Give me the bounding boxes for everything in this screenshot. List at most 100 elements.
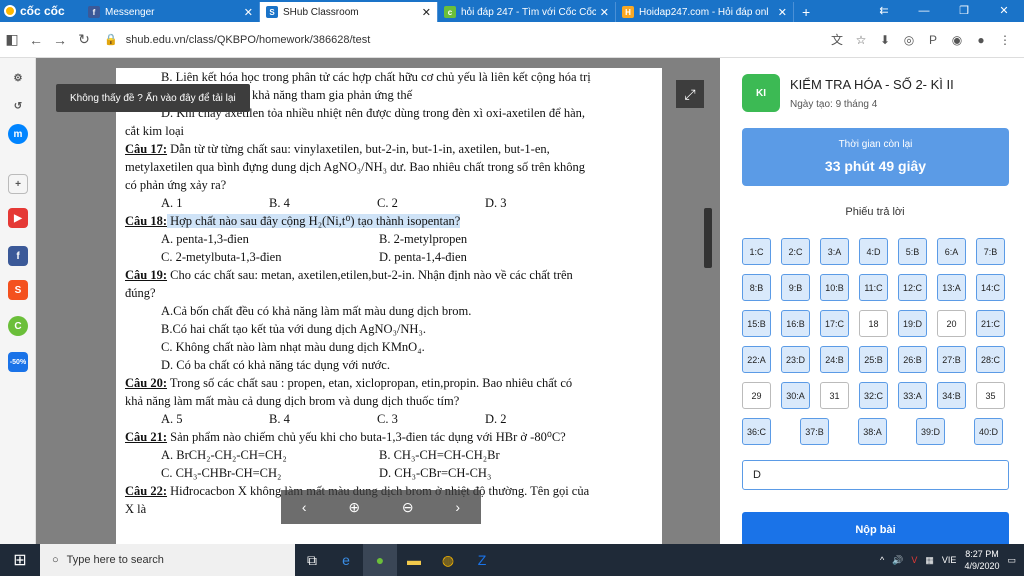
antivirus-icon[interactable]: V bbox=[911, 555, 917, 565]
answer-cell[interactable]: 12:C bbox=[898, 274, 927, 301]
restore-button[interactable]: ❐ bbox=[944, 0, 984, 22]
tiki-icon[interactable]: -50% bbox=[8, 352, 28, 372]
coccoc-logo[interactable]: cốc cốc bbox=[0, 0, 82, 22]
volume-icon[interactable]: 🔊 bbox=[892, 555, 903, 566]
task-view-icon[interactable]: ⧉ bbox=[295, 544, 329, 576]
tab-0[interactable]: f Messenger ✕ bbox=[82, 2, 260, 22]
prev-page-icon[interactable]: ‹ bbox=[302, 499, 307, 515]
pdf-viewer[interactable]: B. Liên kết hóa học trong phân tử các hợ… bbox=[36, 58, 720, 544]
coccoc-game-icon[interactable]: C bbox=[8, 316, 28, 336]
network-icon[interactable]: ▦ bbox=[925, 555, 934, 566]
back-button[interactable]: ← bbox=[24, 32, 48, 48]
answer-cell[interactable]: 6:A bbox=[937, 238, 966, 265]
clock[interactable]: 8:27 PM 4/9/2020 bbox=[964, 548, 999, 572]
close-window-button[interactable]: ✕ bbox=[984, 0, 1024, 22]
tab-1[interactable]: S SHub Classroom ✕ bbox=[260, 2, 438, 22]
answer-cell[interactable]: 36:C bbox=[742, 418, 771, 445]
answer-cell[interactable]: 35 bbox=[976, 382, 1005, 409]
expand-icon[interactable]: ⤢ bbox=[676, 80, 704, 108]
answer-cell[interactable]: 32:C bbox=[859, 382, 888, 409]
messenger-icon[interactable]: m bbox=[8, 124, 28, 144]
tab-list-icon[interactable]: ⇇ bbox=[864, 0, 904, 22]
windows-start-icon[interactable]: ⊞ bbox=[0, 550, 40, 570]
show-hidden-icon[interactable]: ^ bbox=[880, 555, 884, 565]
answer-cell[interactable]: 18 bbox=[859, 310, 888, 337]
sidebar-toggle-icon[interactable]: ◧ bbox=[0, 31, 24, 48]
tab-close-icon[interactable]: ✕ bbox=[422, 6, 431, 19]
history-icon[interactable]: ↺ bbox=[8, 96, 28, 116]
edge-icon[interactable]: e bbox=[329, 544, 363, 576]
extension-p-icon[interactable]: P bbox=[924, 33, 942, 47]
answer-cell[interactable]: 28:C bbox=[976, 346, 1005, 373]
answer-cell[interactable]: 2:C bbox=[781, 238, 810, 265]
account-icon[interactable]: ● bbox=[972, 33, 990, 47]
next-page-icon[interactable]: › bbox=[455, 499, 460, 515]
coccoc-taskbar-icon[interactable]: ● bbox=[363, 544, 397, 576]
answer-cell[interactable]: 1:C bbox=[742, 238, 771, 265]
answer-cell[interactable]: 17:C bbox=[820, 310, 849, 337]
tab-3[interactable]: H Hoidap247.com - Hỏi đáp onl ✕ bbox=[616, 2, 794, 22]
answer-cell[interactable]: 23:D bbox=[781, 346, 810, 373]
answer-cell[interactable]: 4:D bbox=[859, 238, 888, 265]
submit-button[interactable]: Nộp bài bbox=[742, 512, 1009, 548]
viewer-scrollbar[interactable] bbox=[704, 208, 712, 268]
answer-cell[interactable]: 10:B bbox=[820, 274, 849, 301]
answer-cell[interactable]: 20 bbox=[937, 310, 966, 337]
answer-cell[interactable]: 34:B bbox=[937, 382, 966, 409]
chrome-icon[interactable]: ◍ bbox=[431, 544, 465, 576]
answer-cell[interactable]: 38:A bbox=[858, 418, 887, 445]
tab-2[interactable]: c hỏi đáp 247 - Tìm với Cốc Cốc ✕ bbox=[438, 2, 616, 22]
answer-cell[interactable]: 40:D bbox=[974, 418, 1003, 445]
facebook-icon[interactable]: f bbox=[8, 246, 28, 266]
reload-button[interactable]: ↻ bbox=[72, 31, 96, 48]
file-explorer-icon[interactable]: ▬ bbox=[397, 544, 431, 576]
answer-cell[interactable]: 13:A bbox=[937, 274, 966, 301]
notification-icon[interactable]: ▭ bbox=[1007, 555, 1016, 566]
forward-button[interactable]: → bbox=[48, 32, 72, 48]
zoom-out-icon[interactable]: ⊖ bbox=[402, 499, 414, 516]
answer-input[interactable]: D bbox=[742, 460, 1009, 490]
answer-cell[interactable]: 19:D bbox=[898, 310, 927, 337]
answer-cell[interactable]: 16:B bbox=[781, 310, 810, 337]
zalo-icon[interactable]: Z bbox=[465, 544, 499, 576]
taskbar-search[interactable]: ○ Type here to search bbox=[40, 544, 295, 576]
answer-cell[interactable]: 37:B bbox=[800, 418, 829, 445]
answer-cell[interactable]: 25:B bbox=[859, 346, 888, 373]
answer-cell[interactable]: 27:B bbox=[937, 346, 966, 373]
settings-icon[interactable]: ⚙ bbox=[8, 68, 28, 88]
extension-icon[interactable]: ◎ bbox=[900, 33, 918, 47]
answer-cell[interactable]: 29 bbox=[742, 382, 771, 409]
answer-cell[interactable]: 7:B bbox=[976, 238, 1005, 265]
download-icon[interactable]: ⬇ bbox=[876, 33, 894, 47]
answer-cell[interactable]: 24:B bbox=[820, 346, 849, 373]
zoom-in-icon[interactable]: ⊕ bbox=[348, 499, 360, 516]
answer-cell[interactable]: 9:B bbox=[781, 274, 810, 301]
answer-cell[interactable]: 21:C bbox=[976, 310, 1005, 337]
answer-cell[interactable]: 39:D bbox=[916, 418, 945, 445]
address-bar[interactable]: 🔒 shub.edu.vn/class/QKBPO/homework/38662… bbox=[104, 27, 804, 53]
record-icon[interactable]: ◉ bbox=[948, 33, 966, 47]
answer-cell[interactable]: 11:C bbox=[859, 274, 888, 301]
reload-hint-badge[interactable]: Không thấy đề ? Ấn vào đây để tải lại bbox=[56, 84, 250, 112]
language-indicator[interactable]: VIE bbox=[942, 555, 957, 565]
answer-cell[interactable]: 22:A bbox=[742, 346, 771, 373]
bookmark-star-icon[interactable]: ☆ bbox=[852, 33, 870, 47]
answer-cell[interactable]: 33:A bbox=[898, 382, 927, 409]
shopee-icon[interactable]: S bbox=[8, 280, 28, 300]
answer-cell[interactable]: 3:A bbox=[820, 238, 849, 265]
answer-cell[interactable]: 15:B bbox=[742, 310, 771, 337]
answer-cell[interactable]: 31 bbox=[820, 382, 849, 409]
answer-cell[interactable]: 30:A bbox=[781, 382, 810, 409]
menu-icon[interactable]: ⋮ bbox=[996, 33, 1014, 47]
add-icon[interactable]: + bbox=[8, 174, 28, 194]
new-tab-button[interactable]: + bbox=[794, 2, 818, 22]
tab-close-icon[interactable]: ✕ bbox=[244, 6, 253, 19]
tab-close-icon[interactable]: ✕ bbox=[600, 6, 609, 19]
minimize-button[interactable]: — bbox=[904, 0, 944, 22]
answer-cell[interactable]: 5:B bbox=[898, 238, 927, 265]
answer-cell[interactable]: 8:B bbox=[742, 274, 771, 301]
translate-icon[interactable]: 文 bbox=[828, 31, 846, 48]
youtube-icon[interactable]: ▶ bbox=[8, 208, 28, 228]
answer-cell[interactable]: 14:C bbox=[976, 274, 1005, 301]
answer-cell[interactable]: 26:B bbox=[898, 346, 927, 373]
